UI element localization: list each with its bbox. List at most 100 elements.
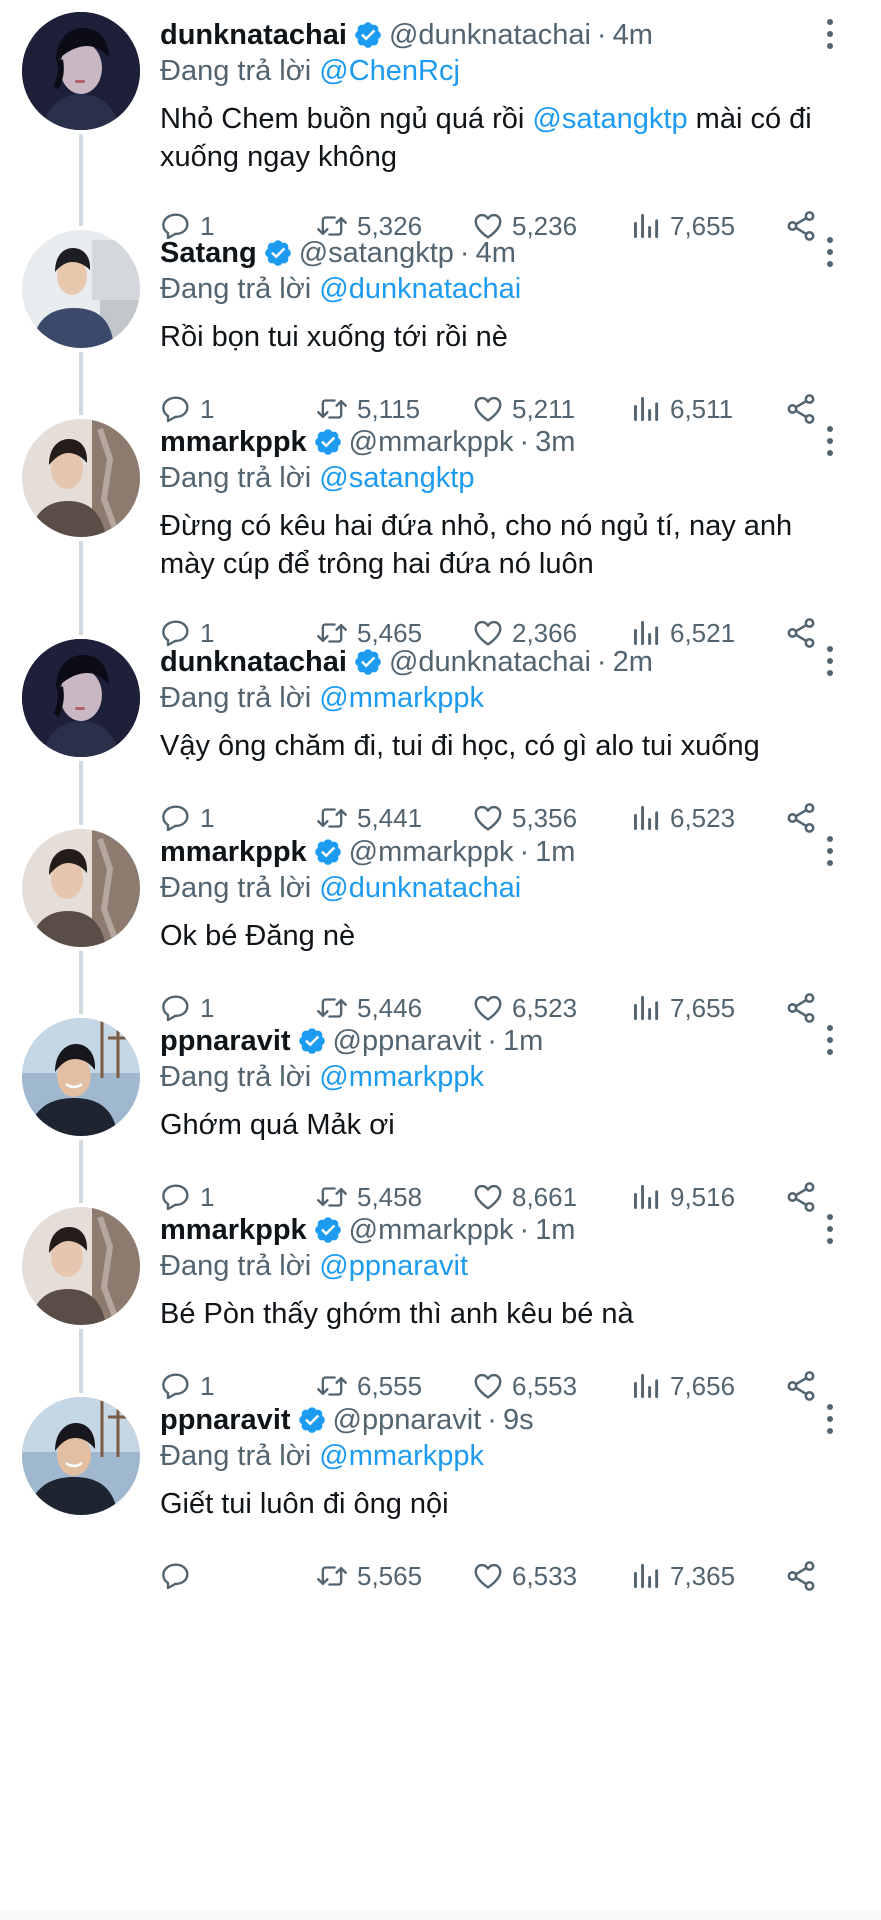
- replying-to-mention[interactable]: @ChenRcj: [319, 55, 460, 87]
- avatar[interactable]: [22, 639, 140, 757]
- tweet-header: mmarkppk @mmarkppk · 1m: [160, 1211, 575, 1249]
- retweet-icon: [317, 1566, 347, 1586]
- avatar[interactable]: [22, 1018, 140, 1136]
- text-segment: Giết tui luôn đi ông nội: [160, 1488, 449, 1520]
- verified-badge-icon: [353, 20, 383, 50]
- timestamp[interactable]: 4m: [613, 16, 653, 54]
- timestamp[interactable]: 1m: [535, 833, 575, 871]
- views-button[interactable]: 7,365: [630, 1556, 735, 1596]
- avatar[interactable]: [22, 1397, 140, 1515]
- more-options-icon[interactable]: [818, 1211, 842, 1247]
- author-name[interactable]: mmarkppk: [160, 1211, 307, 1249]
- tweet-text: Ok bé Đăng nè: [160, 917, 850, 955]
- tweet[interactable]: mmarkppk @mmarkppk · 3m Đang trả lời @sa…: [0, 407, 881, 648]
- author-handle[interactable]: @dunknatachai: [389, 16, 591, 54]
- text-segment: Ok bé Đăng nè: [160, 920, 356, 952]
- bottom-edge: [0, 1910, 881, 1920]
- replying-to-label: Đang trả lời: [160, 1440, 312, 1472]
- timestamp[interactable]: 9s: [503, 1401, 534, 1439]
- retweet-button[interactable]: 5,565: [315, 1556, 422, 1596]
- more-options-icon[interactable]: [818, 643, 842, 679]
- timestamp[interactable]: 4m: [476, 234, 516, 272]
- avatar[interactable]: [22, 419, 140, 537]
- replying-to: Đang trả lời @ChenRcj: [160, 52, 460, 90]
- replying-to-label: Đang trả lời: [160, 1061, 312, 1093]
- author-handle[interactable]: @mmarkppk: [349, 833, 514, 871]
- text-segment: Đừng có kêu hai đứa nhỏ, cho nó ngủ tí, …: [160, 510, 793, 580]
- author-name[interactable]: dunknatachai: [160, 16, 347, 54]
- mention-link[interactable]: @satangktp: [532, 103, 687, 135]
- author-name[interactable]: mmarkppk: [160, 423, 307, 461]
- replying-to: Đang trả lời @mmarkppk: [160, 1058, 484, 1096]
- author-handle[interactable]: @ppnaravit: [333, 1022, 482, 1060]
- share-button[interactable]: [784, 1556, 818, 1596]
- reply-icon: [162, 1563, 189, 1590]
- author-handle[interactable]: @satangktp: [299, 234, 454, 272]
- more-options-icon[interactable]: [818, 1022, 842, 1058]
- replying-to: Đang trả lời @satangktp: [160, 459, 474, 497]
- replying-to-mention[interactable]: @satangktp: [319, 462, 474, 494]
- tweet-header: mmarkppk @mmarkppk · 1m: [160, 833, 575, 871]
- tweet-header: mmarkppk @mmarkppk · 3m: [160, 423, 575, 461]
- more-options-icon[interactable]: [818, 16, 842, 52]
- replying-to-mention[interactable]: @mmarkppk: [319, 682, 484, 714]
- views-icon: [634, 1564, 659, 1588]
- timestamp[interactable]: 1m: [535, 1211, 575, 1249]
- timestamp[interactable]: 2m: [613, 643, 653, 681]
- separator: ·: [519, 1214, 530, 1246]
- replying-to-label: Đang trả lời: [160, 273, 312, 305]
- text-segment: Rồi bọn tui xuống tới rồi nè: [160, 321, 508, 353]
- tweet-text: Rồi bọn tui xuống tới rồi nè: [160, 318, 850, 356]
- replying-to-label: Đang trả lời: [160, 872, 312, 904]
- replying-to-label: Đang trả lời: [160, 55, 312, 87]
- author-name[interactable]: ppnaravit: [160, 1401, 291, 1439]
- separator: ·: [596, 646, 607, 678]
- replying-to-mention[interactable]: @mmarkppk: [319, 1061, 484, 1093]
- views-count: 7,365: [670, 1560, 736, 1591]
- timestamp[interactable]: 3m: [535, 423, 575, 461]
- text-segment: Vậy ông chăm đi, tui đi học, có gì alo t…: [160, 730, 760, 762]
- author-handle[interactable]: @ppnaravit: [333, 1401, 482, 1439]
- author-handle[interactable]: @mmarkppk: [349, 423, 514, 461]
- tweet-header: dunknatachai @dunknatachai · 4m: [160, 16, 653, 54]
- heart-icon: [474, 1563, 502, 1589]
- tweet-text: Nhỏ Chem buồn ngủ quá rồi @satangktp mài…: [160, 100, 850, 176]
- replying-to-mention[interactable]: @dunknatachai: [319, 872, 521, 904]
- tweet-header: dunknatachai @dunknatachai · 2m: [160, 643, 653, 681]
- tweet-actions: 5,565 6,533 7,365: [0, 1556, 881, 1596]
- author-handle[interactable]: @dunknatachai: [389, 643, 591, 681]
- reply-button[interactable]: [160, 1556, 200, 1596]
- replying-to: Đang trả lời @ppnaravit: [160, 1247, 468, 1285]
- separator: ·: [487, 1025, 497, 1057]
- author-name[interactable]: mmarkppk: [160, 833, 307, 871]
- avatar[interactable]: [22, 1207, 140, 1325]
- author-name[interactable]: Satang: [160, 234, 257, 272]
- verified-badge-icon: [313, 427, 343, 457]
- replying-to-mention[interactable]: @ppnaravit: [319, 1250, 468, 1282]
- tweet-text: Ghớm quá Mảk ơi: [160, 1106, 850, 1144]
- tweet[interactable]: dunknatachai @dunknatachai · 4m Đang trả…: [0, 0, 881, 241]
- avatar[interactable]: [22, 12, 140, 130]
- replying-to-mention[interactable]: @dunknatachai: [319, 273, 521, 305]
- more-options-icon[interactable]: [818, 833, 842, 869]
- replying-to: Đang trả lời @mmarkppk: [160, 679, 484, 717]
- more-options-icon[interactable]: [818, 1401, 842, 1437]
- tweet[interactable]: ppnaravit @ppnaravit · 9s Đang trả lời @…: [0, 1385, 881, 1617]
- tweet-text: Bé Pòn thấy ghớm thì anh kêu bé nà: [160, 1295, 850, 1333]
- separator: ·: [519, 426, 530, 458]
- tweet-text: Vậy ông chăm đi, tui đi học, có gì alo t…: [160, 727, 850, 765]
- separator: ·: [487, 1404, 497, 1436]
- author-name[interactable]: dunknatachai: [160, 643, 347, 681]
- like-button[interactable]: 6,533: [472, 1556, 577, 1596]
- more-options-icon[interactable]: [818, 234, 842, 270]
- timestamp[interactable]: 1m: [503, 1022, 543, 1060]
- text-segment: Nhỏ Chem buồn ngủ quá rồi: [160, 103, 533, 135]
- author-name[interactable]: ppnaravit: [160, 1022, 291, 1060]
- author-handle[interactable]: @mmarkppk: [349, 1211, 514, 1249]
- text-segment: Bé Pòn thấy ghớm thì anh kêu bé nà: [160, 1298, 634, 1330]
- replying-to-mention[interactable]: @mmarkppk: [319, 1440, 484, 1472]
- avatar[interactable]: [22, 230, 140, 348]
- more-options-icon[interactable]: [818, 423, 842, 459]
- text-segment: Ghớm quá Mảk ơi: [160, 1109, 395, 1141]
- avatar[interactable]: [22, 829, 140, 947]
